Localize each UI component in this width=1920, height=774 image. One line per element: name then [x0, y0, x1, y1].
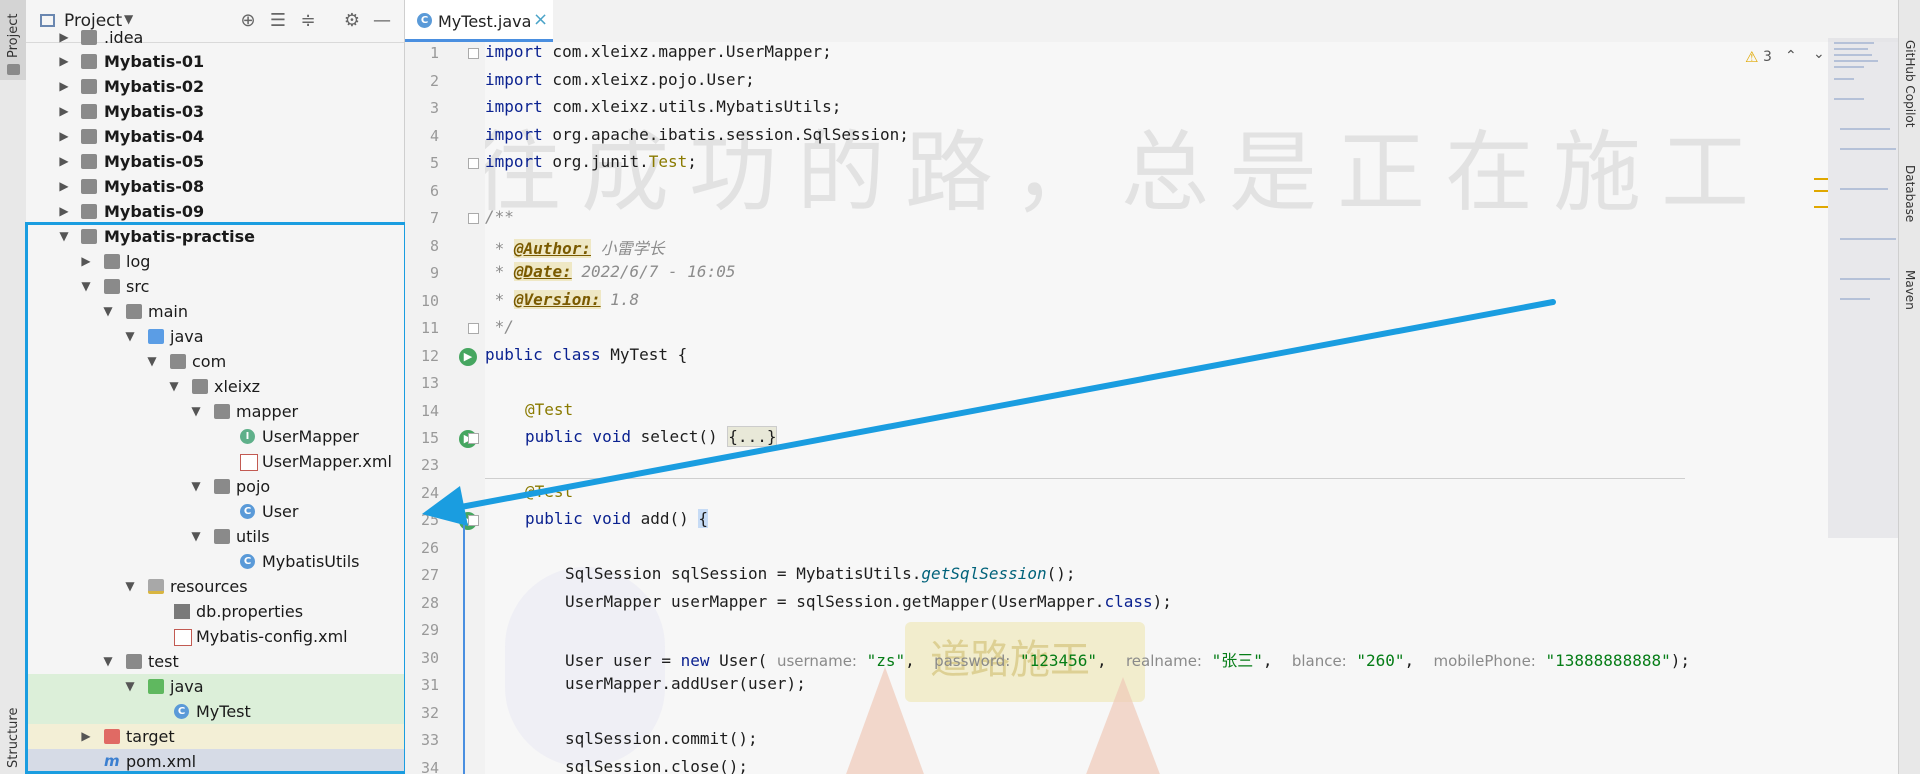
arrow-head	[422, 486, 468, 526]
arrow-shaft	[442, 299, 1556, 513]
annotation-arrow	[422, 299, 1556, 526]
